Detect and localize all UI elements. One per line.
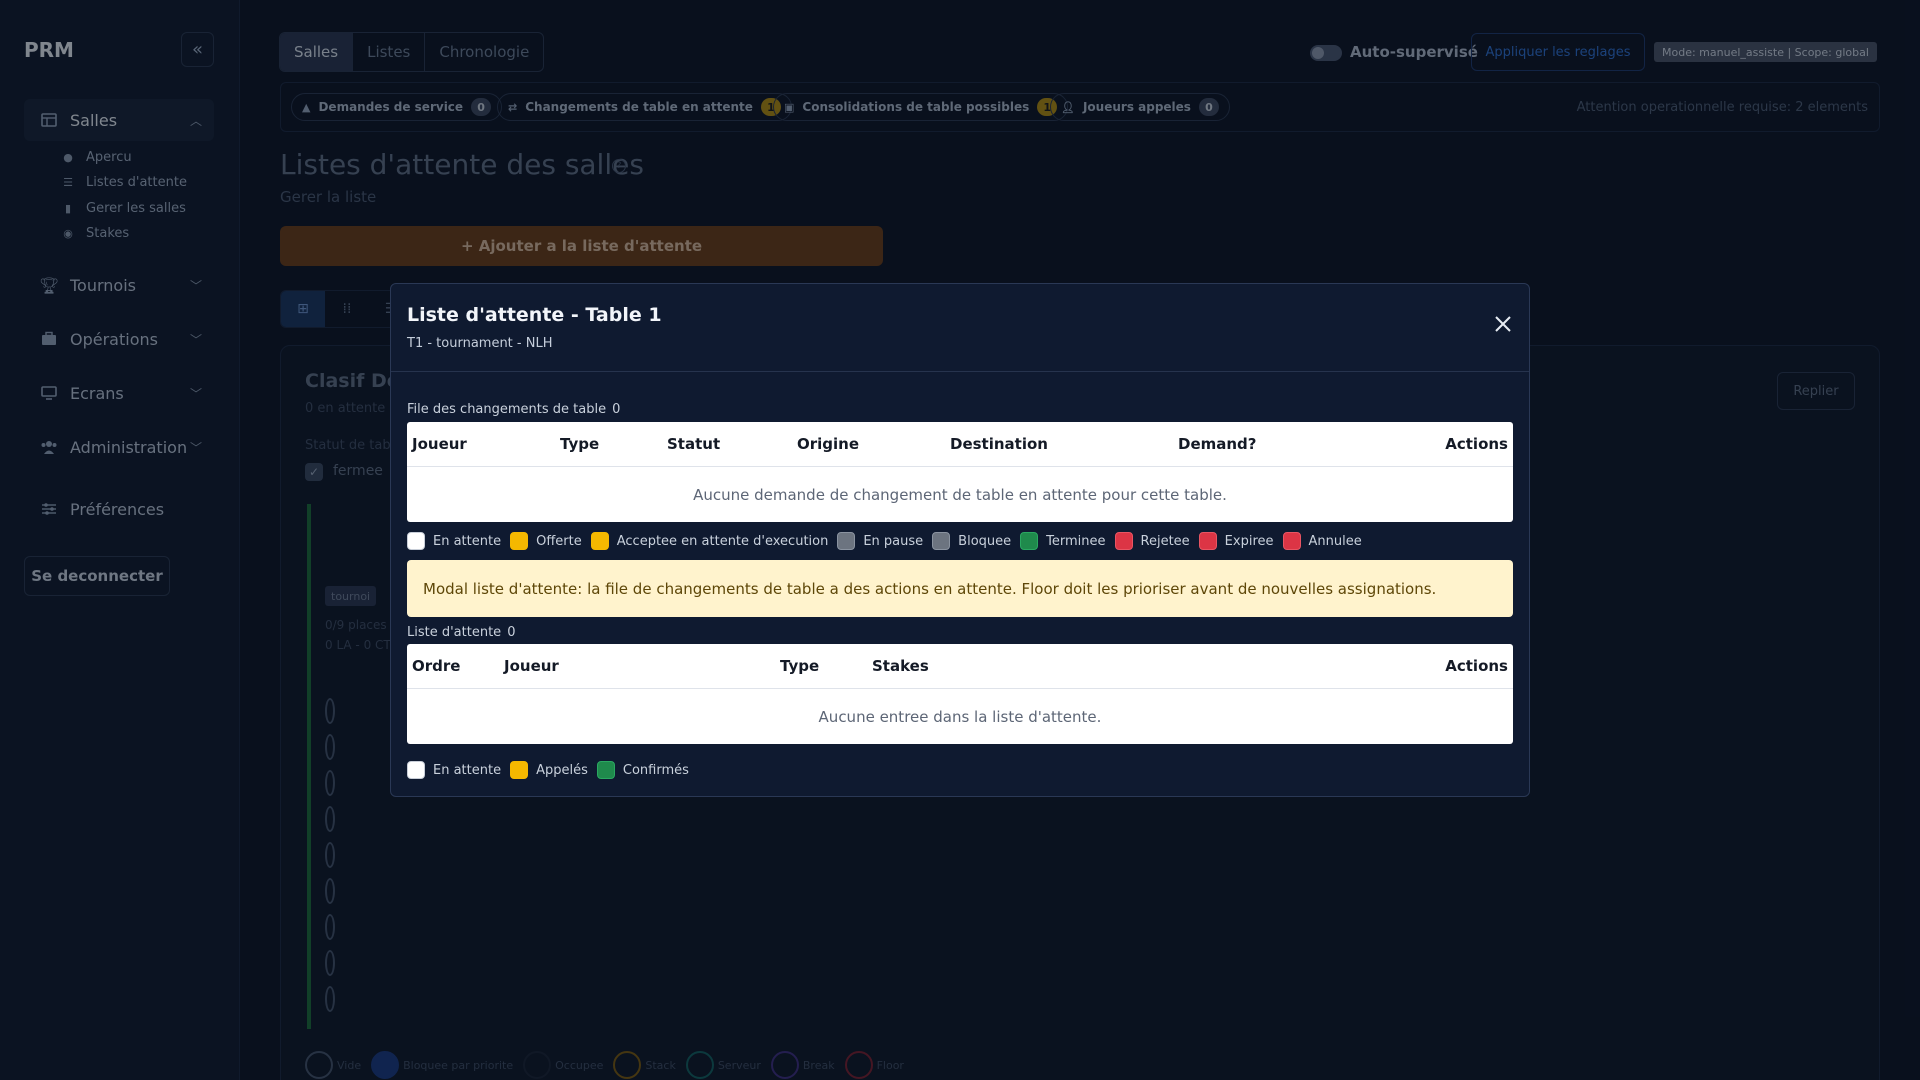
- legend-swatch: [1198, 532, 1217, 550]
- legend-swatch: [1282, 532, 1301, 550]
- column-header: Origine: [797, 435, 860, 453]
- legend-swatch: [837, 532, 856, 550]
- legend-item: En attente: [407, 532, 501, 550]
- legend-swatch: [590, 532, 609, 550]
- legend-swatch: [510, 761, 529, 779]
- legend-label: Acceptee en attente d'execution: [616, 533, 829, 549]
- legend-item: Confirmés: [596, 761, 689, 779]
- legend-swatch: [596, 761, 615, 779]
- legend-item: Rejetee: [1114, 532, 1190, 550]
- legend-label: Appelés: [536, 762, 588, 778]
- table-changes-table: Joueur Type Statut Origine Destination D…: [407, 422, 1513, 522]
- column-header: Destination: [950, 435, 1048, 453]
- column-header: Demand?: [1178, 435, 1257, 453]
- priority-alert: Modal liste d'attente: la file de change…: [407, 560, 1513, 617]
- column-header: Ordre: [412, 657, 461, 675]
- empty-state: Aucune entree dans la liste d'attente.: [818, 707, 1102, 726]
- legend-item: En attente: [407, 761, 501, 779]
- legend-item: Acceptee en attente d'execution: [590, 532, 829, 550]
- column-header: Type: [780, 657, 820, 675]
- table-header: Ordre Joueur Type Stakes Actions: [407, 644, 1513, 689]
- column-header: Joueur: [504, 657, 559, 675]
- waitlist-table: Ordre Joueur Type Stakes Actions Aucune …: [407, 644, 1513, 744]
- legend-label: En attente: [433, 533, 502, 549]
- column-header: Actions: [1445, 435, 1508, 453]
- legend-item: Bloquee: [932, 532, 1011, 550]
- waitlist-modal: Liste d'attente - Table 1 T1 - tournamen…: [390, 283, 1530, 797]
- modal-subtitle: T1 - tournament - NLH: [407, 336, 553, 351]
- changes-section-label: File des changements de table 0: [407, 402, 620, 417]
- legend-swatch: [407, 761, 425, 779]
- section-count: 0: [612, 402, 621, 417]
- waitlist-section-label: Liste d'attente 0: [407, 625, 515, 640]
- legend-label: Annulee: [1308, 533, 1362, 549]
- legend-swatch: [1020, 532, 1039, 550]
- legend-label: En attente: [433, 762, 502, 778]
- legend-label: Rejetee: [1140, 533, 1190, 549]
- waitlist-status-legend: En attente Appelés Confirmés: [407, 761, 698, 779]
- legend-label: Expiree: [1224, 533, 1274, 549]
- legend-label: Offerte: [536, 533, 582, 549]
- empty-state: Aucune demande de changement de table en…: [693, 485, 1227, 504]
- legend-item: Terminee: [1020, 532, 1106, 550]
- column-header: Stakes: [872, 657, 929, 675]
- legend-label: Confirmés: [622, 762, 689, 778]
- legend-item: Offerte: [510, 532, 582, 550]
- column-header: Statut: [667, 435, 721, 453]
- changes-status-legend: En attente Offerte Acceptee en attente d…: [407, 532, 1371, 550]
- section-label-text: Liste d'attente: [407, 625, 502, 640]
- legend-label: Bloquee: [958, 533, 1012, 549]
- legend-swatch: [932, 532, 951, 550]
- column-header: Type: [560, 435, 600, 453]
- legend-item: Expiree: [1198, 532, 1274, 550]
- table-header: Joueur Type Statut Origine Destination D…: [407, 422, 1513, 467]
- legend-item: Annulee: [1282, 532, 1362, 550]
- legend-label: En pause: [863, 533, 924, 549]
- legend-item: En pause: [837, 532, 923, 550]
- close-icon: [1493, 311, 1513, 341]
- legend-label: Terminee: [1046, 533, 1106, 549]
- legend-swatch: [407, 532, 425, 550]
- legend-item: Appelés: [510, 761, 588, 779]
- close-modal-button[interactable]: [1491, 314, 1515, 338]
- section-label-text: File des changements de table: [407, 402, 607, 417]
- modal-title: Liste d'attente - Table 1: [407, 304, 662, 326]
- modal-header: Liste d'attente - Table 1 T1 - tournamen…: [391, 284, 1529, 372]
- column-header: Actions: [1445, 657, 1508, 675]
- column-header: Joueur: [412, 435, 467, 453]
- section-count: 0: [507, 625, 516, 640]
- legend-swatch: [510, 532, 529, 550]
- legend-swatch: [1114, 532, 1133, 550]
